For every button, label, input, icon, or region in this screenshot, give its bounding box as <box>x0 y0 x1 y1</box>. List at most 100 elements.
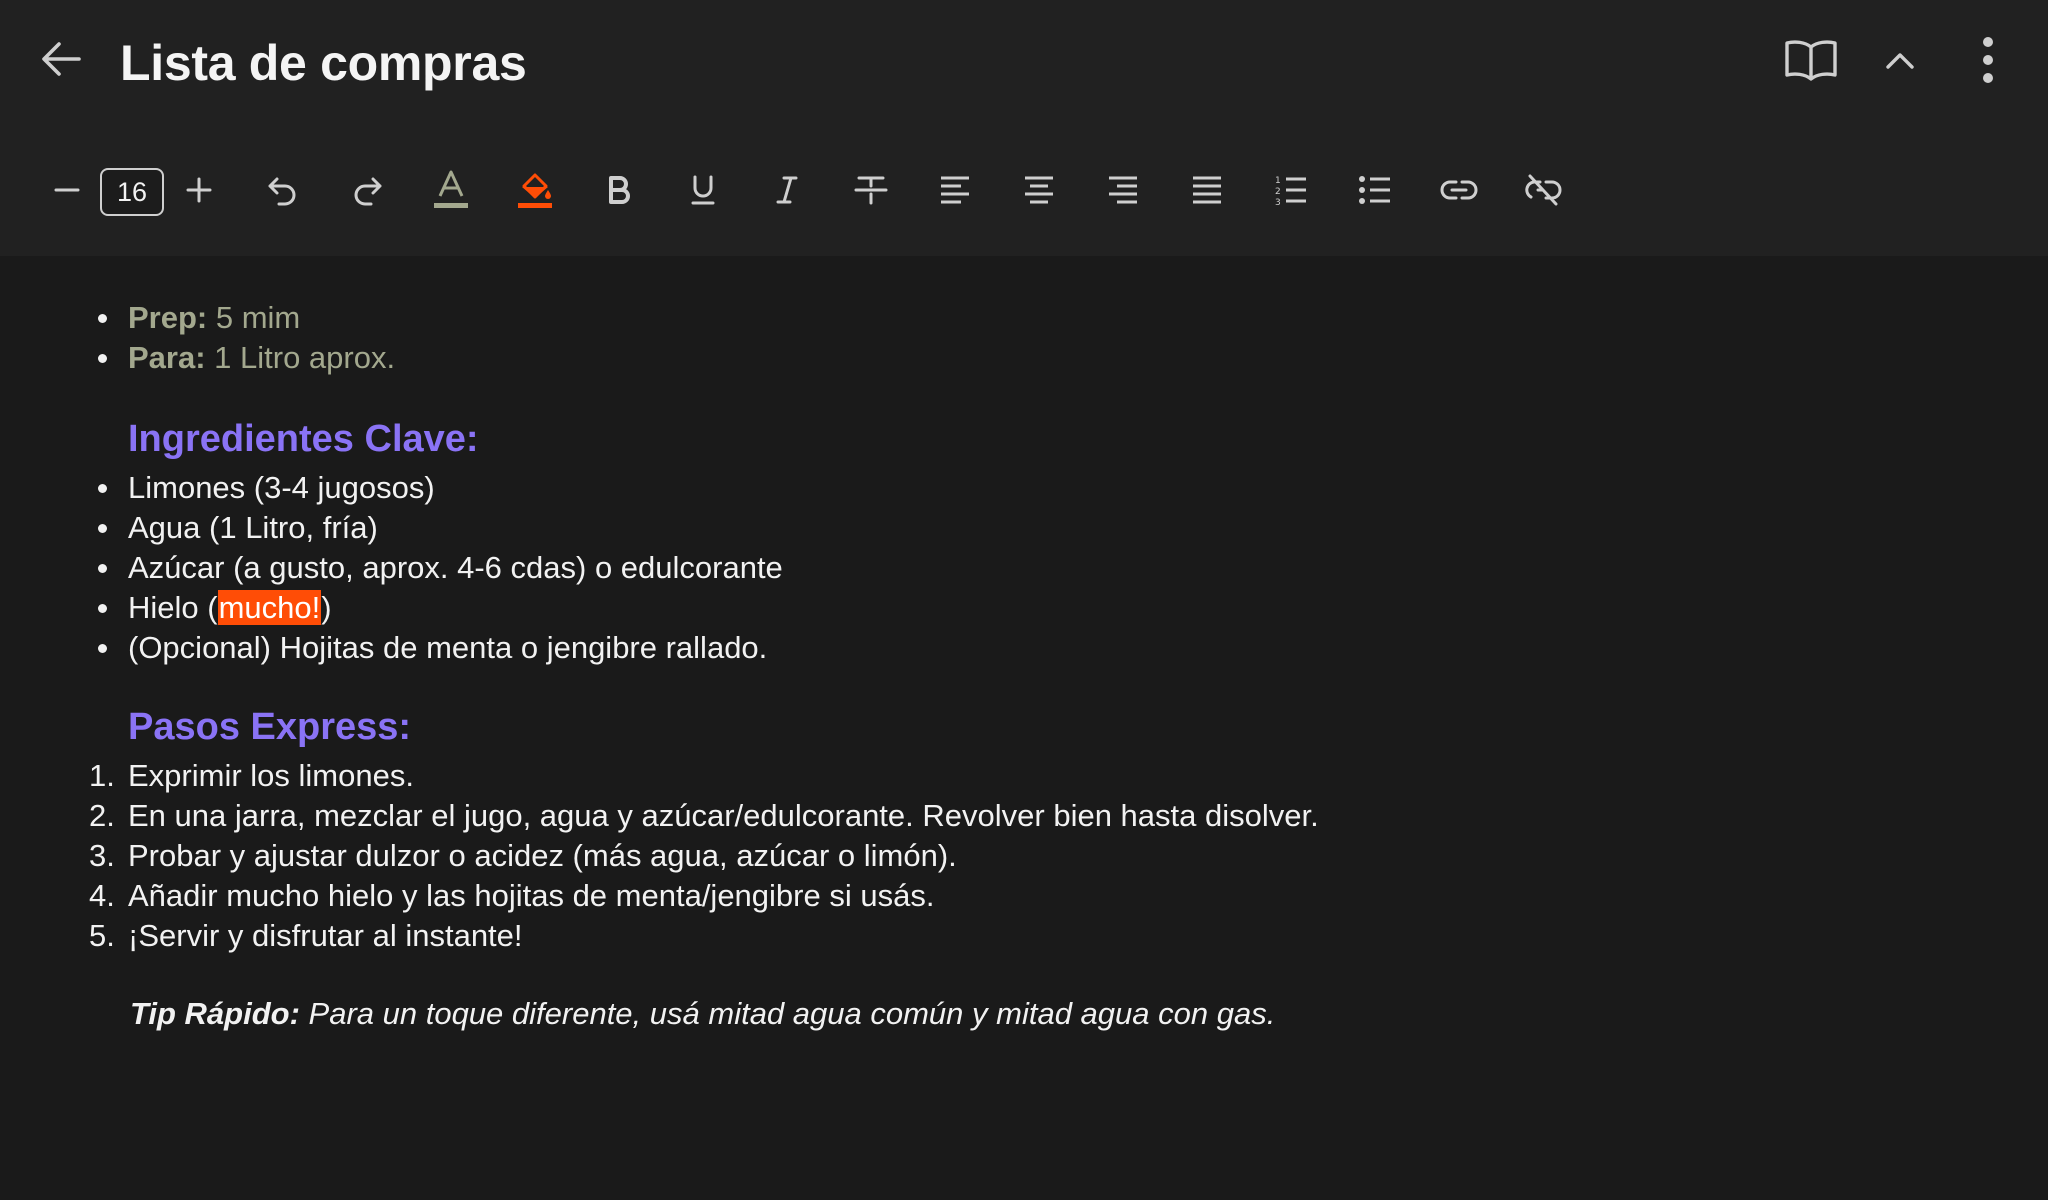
align-right-button[interactable] <box>1096 160 1150 224</box>
step-number: 2. <box>89 798 115 833</box>
numbered-list-icon: 123 <box>1274 174 1308 211</box>
arrow-left-icon <box>39 37 83 86</box>
undo-button[interactable] <box>256 160 310 224</box>
reading-mode-button[interactable] <box>1780 34 1842 90</box>
text-color-icon <box>432 170 470 215</box>
book-open-icon <box>1783 38 1839 87</box>
align-center-icon <box>1023 175 1055 210</box>
bullet <box>98 354 107 363</box>
note-editor[interactable]: Prep: 5 mim Para: 1 Litro aprox. Ingredi… <box>0 256 2048 1200</box>
step-text: Probar y ajustar dulzor o acidez (más ag… <box>128 838 957 873</box>
step-text: En una jarra, mezclar el jugo, agua y az… <box>128 798 1319 833</box>
recipe-meta-list: Prep: 5 mim Para: 1 Litro aprox. <box>98 298 396 378</box>
meta-value: 5 mim <box>207 300 301 335</box>
meta-value: 1 Litro aprox. <box>205 340 396 375</box>
list-item: (Opcional) Hojitas de menta o jengibre r… <box>98 628 783 668</box>
step-number: 3. <box>89 838 115 873</box>
list-item: Limones (3-4 jugosos) <box>98 468 783 508</box>
ingredient-text: Hielo ( <box>128 590 218 625</box>
tip-label: Tip Rápido: <box>130 996 300 1031</box>
more-options-button[interactable] <box>1962 34 2014 90</box>
align-left-icon <box>939 175 971 210</box>
bulleted-list-icon <box>1358 174 1392 211</box>
step-text: Exprimir los limones. <box>128 758 414 793</box>
remove-link-button[interactable] <box>1516 160 1570 224</box>
list-item: Para: 1 Litro aprox. <box>98 338 396 378</box>
align-justify-icon <box>1191 175 1223 210</box>
more-vertical-icon <box>1982 36 1994 89</box>
text-color-button[interactable] <box>424 160 478 224</box>
meta-label: Prep: <box>128 300 208 335</box>
step-number: 1. <box>89 758 115 793</box>
ingredient-text: Agua (1 Litro, fría) <box>128 510 378 545</box>
step-number: 4. <box>89 878 115 913</box>
list-item: Prep: 5 mim <box>98 298 395 338</box>
bold-button[interactable] <box>592 160 646 224</box>
bullet <box>98 484 107 493</box>
bold-icon <box>606 175 632 210</box>
highlighted-text: mucho! <box>217 590 322 625</box>
step-text: Añadir mucho hielo y las hojitas de ment… <box>128 878 935 913</box>
increase-font-button[interactable] <box>172 160 226 224</box>
plus-icon <box>185 176 213 209</box>
italic-icon <box>774 175 800 210</box>
tip-text: Para un toque diferente, usá mitad agua … <box>299 996 1276 1031</box>
tip-paragraph: Tip Rápido: Para un toque diferente, usá… <box>130 996 1275 1032</box>
ingredient-text: (Opcional) Hojitas de menta o jengibre r… <box>128 630 768 665</box>
insert-link-button[interactable] <box>1432 160 1486 224</box>
bullet <box>98 604 107 613</box>
list-item: 3. Probar y ajustar dulzor o acidez (más … <box>89 836 1319 876</box>
strikethrough-button[interactable] <box>844 160 898 224</box>
paint-bucket-icon <box>516 170 554 215</box>
bullet <box>98 524 107 533</box>
meta-label: Para: <box>128 340 206 375</box>
ingredients-list: Limones (3-4 jugosos) Agua (1 Litro, frí… <box>98 468 783 668</box>
decrease-font-button[interactable] <box>40 160 94 224</box>
underline-button[interactable] <box>676 160 730 224</box>
list-item: Hielo (mucho!) <box>98 588 783 628</box>
formatting-toolbar: 16 1 2 3 <box>40 160 1600 224</box>
unlink-icon <box>1524 174 1562 211</box>
top-app-bar: Lista de compras 16 1 2 3 <box>0 0 2048 256</box>
list-item: 2. En una jarra, mezclar el jugo, agua y … <box>89 796 1319 836</box>
collapse-toolbar-button[interactable] <box>1874 34 1926 90</box>
underline-icon <box>689 174 717 211</box>
ingredients-heading: Ingredientes Clave: <box>128 418 479 460</box>
ingredient-text: Azúcar (a gusto, aprox. 4-6 cdas) o edul… <box>128 550 783 585</box>
strikethrough-icon <box>854 174 888 211</box>
link-icon <box>1440 178 1478 207</box>
align-justify-button[interactable] <box>1180 160 1234 224</box>
ingredient-text: Limones (3-4 jugosos) <box>128 470 435 505</box>
list-item: Azúcar (a gusto, aprox. 4-6 cdas) o edul… <box>98 548 783 588</box>
chevron-up-icon <box>1884 49 1916 76</box>
align-center-button[interactable] <box>1012 160 1066 224</box>
undo-icon <box>266 173 300 212</box>
page-title: Lista de compras <box>120 35 527 91</box>
align-left-button[interactable] <box>928 160 982 224</box>
redo-icon <box>350 173 384 212</box>
steps-list: 1. Exprimir los limones. 2. En una jarra, … <box>89 756 1319 956</box>
list-item: 4. Añadir mucho hielo y las hojitas de me… <box>89 876 1319 916</box>
bullet <box>98 564 107 573</box>
align-right-icon <box>1107 175 1139 210</box>
list-item: 5. ¡Servir y disfrutar al instante! <box>89 916 1319 956</box>
highlight-color-button[interactable] <box>508 160 562 224</box>
numbered-list-button[interactable]: 123 <box>1264 160 1318 224</box>
ingredient-text: ) <box>321 590 332 625</box>
redo-button[interactable] <box>340 160 394 224</box>
svg-text:2: 2 <box>1275 187 1281 197</box>
minus-icon <box>53 176 81 209</box>
step-number: 5. <box>89 918 115 953</box>
bullet <box>98 644 107 653</box>
list-item: Agua (1 Litro, fría) <box>98 508 783 548</box>
bulleted-list-button[interactable] <box>1348 160 1402 224</box>
italic-button[interactable] <box>760 160 814 224</box>
step-text: ¡Servir y disfrutar al instante! <box>128 918 523 953</box>
font-size-input[interactable]: 16 <box>100 168 164 216</box>
bullet <box>98 314 107 323</box>
svg-text:3: 3 <box>1275 198 1281 206</box>
back-button[interactable] <box>36 36 86 86</box>
svg-text:1: 1 <box>1275 176 1281 186</box>
steps-heading: Pasos Express: <box>128 706 412 748</box>
list-item: 1. Exprimir los limones. <box>89 756 1319 796</box>
